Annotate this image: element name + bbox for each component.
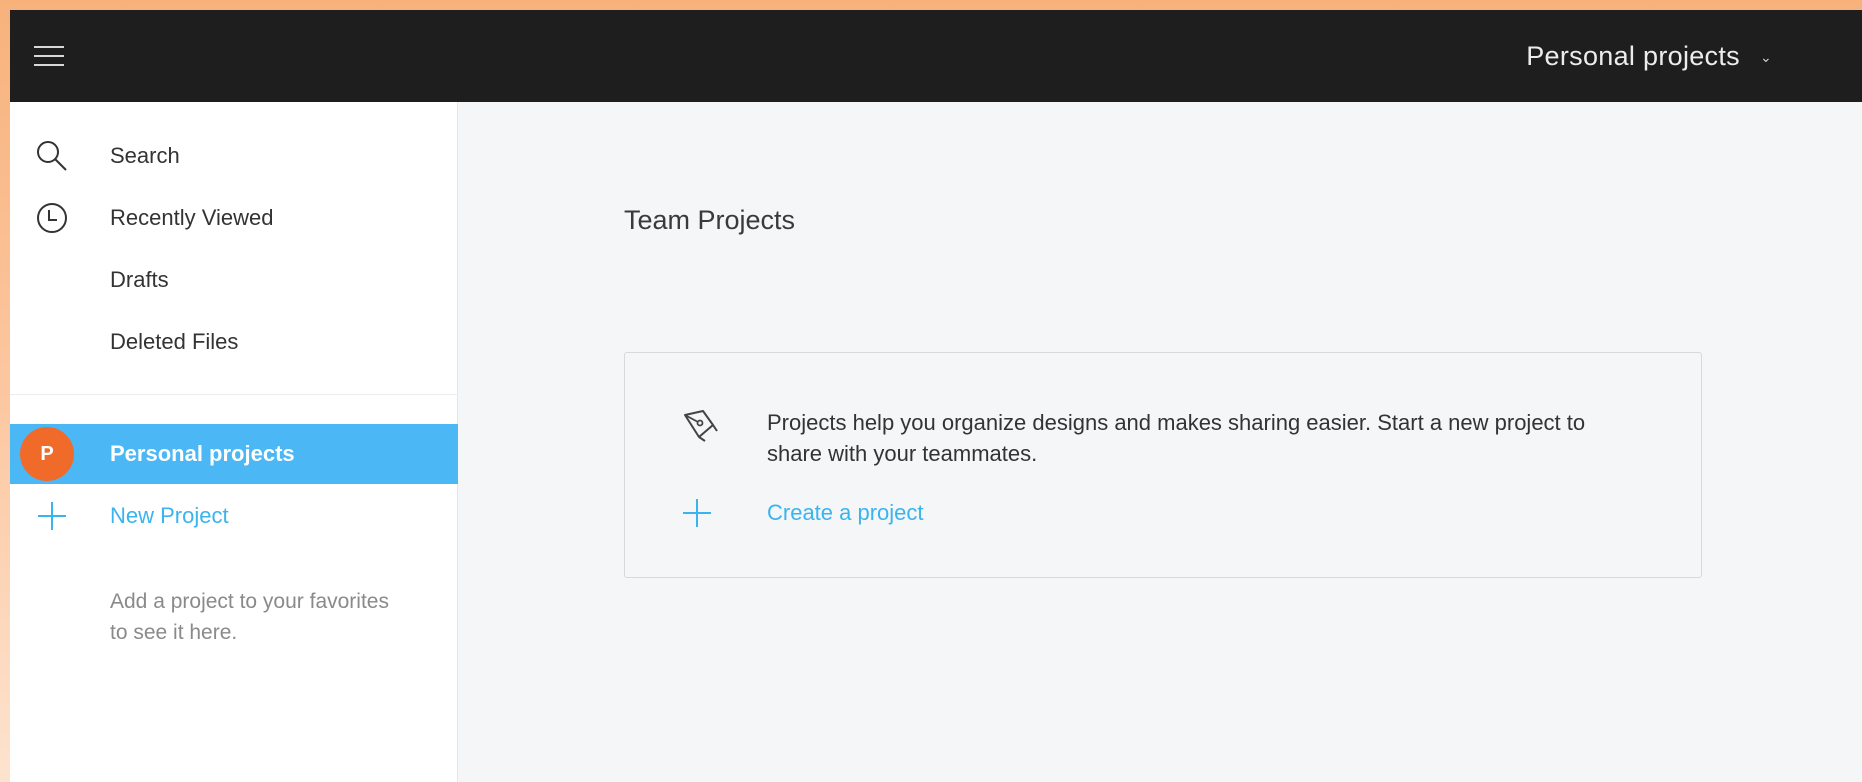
sidebar-item-label: Personal projects [110,441,295,466]
sidebar: Search Recently Viewed Drafts Deleted Fi… [10,102,458,782]
page-title: Team Projects [624,205,796,235]
sidebar-item-search[interactable]: Search [10,126,458,186]
new-project-label: New Project [110,503,229,528]
favorites-hint: Add a project to your favorites to see i… [110,590,389,644]
empty-state-message: Projects help you organize designs and m… [767,410,1586,466]
sidebar-divider [10,394,458,395]
create-project-button[interactable]: Create a project [677,493,924,533]
sidebar-item-drafts[interactable]: Drafts [10,250,458,310]
top-bar: Personal projects ⌄ [10,10,1862,102]
sidebar-item-recently-viewed[interactable]: Recently Viewed [10,188,458,248]
chevron-down-icon: ⌄ [1759,48,1772,65]
search-icon [32,136,72,176]
plus-icon [677,493,717,533]
clock-icon [32,198,72,238]
avatar: P [20,427,74,481]
sidebar-item-label: Drafts [110,267,169,292]
sidebar-item-deleted-files[interactable]: Deleted Files [10,312,458,372]
new-project-button[interactable]: New Project [10,486,458,546]
empty-projects-card: Projects help you organize designs and m… [624,352,1702,578]
team-switcher-label: Personal projects [1526,40,1740,71]
sidebar-item-label: Search [110,143,180,168]
create-project-label: Create a project [767,500,924,525]
pen-tool-icon [679,405,719,445]
sidebar-item-personal-projects[interactable]: P Personal projects [10,424,458,484]
app-window: Personal projects ⌄ Search Recently View… [10,10,1862,782]
team-switcher[interactable]: Personal projects ⌄ [1526,10,1772,102]
plus-icon [32,496,72,536]
hamburger-menu-icon[interactable] [34,44,68,68]
sidebar-item-label: Deleted Files [110,329,239,354]
sidebar-item-label: Recently Viewed [110,205,274,230]
